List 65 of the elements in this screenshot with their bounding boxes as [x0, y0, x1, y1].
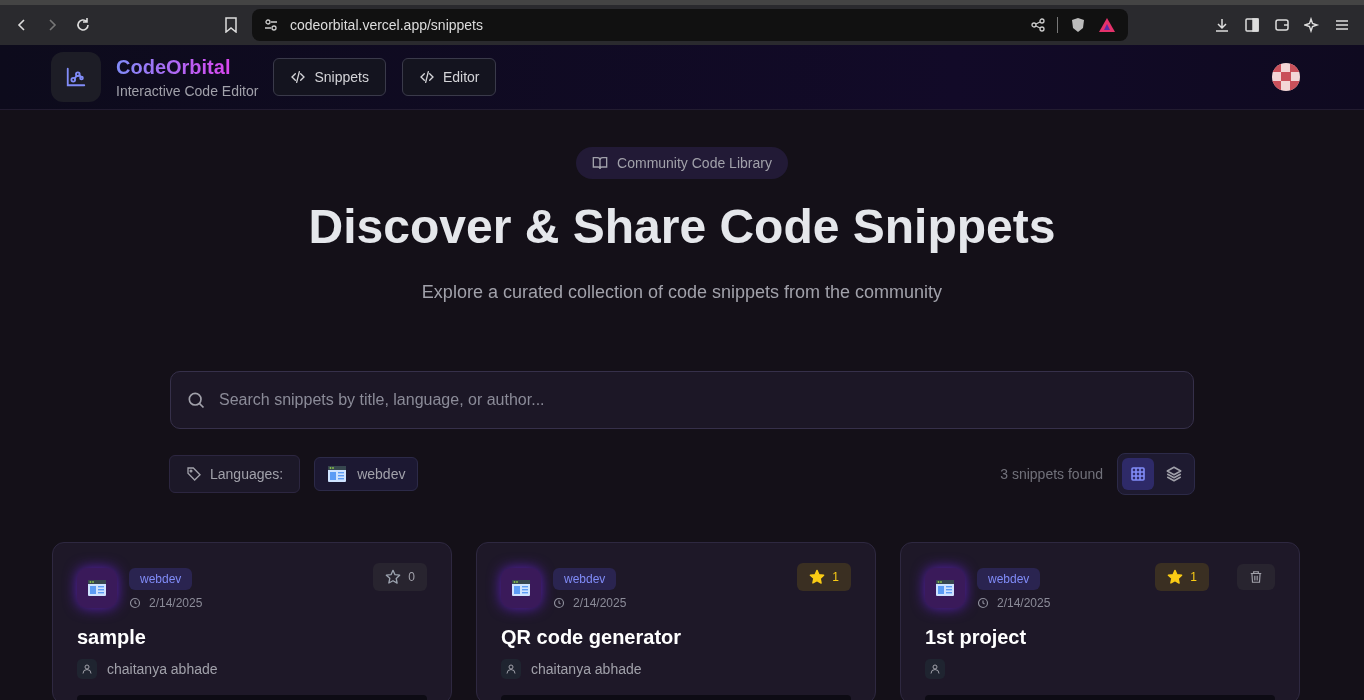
address-bar[interactable]: codeorbital.vercel.app/snippets — [252, 9, 1128, 41]
clock-icon — [129, 597, 141, 609]
language-tag: webdev — [977, 568, 1041, 590]
delete-button[interactable] — [1237, 564, 1275, 590]
clock-icon — [553, 597, 565, 609]
results-count: 3 snippets found — [1000, 466, 1103, 482]
star-button[interactable]: 1 — [1155, 563, 1209, 591]
nav-button[interactable]: Snippets — [273, 58, 386, 96]
snippet-card[interactable]: webdev 2/14/2025 1 1st project — [900, 542, 1300, 700]
snippet-card[interactable]: webdev 2/14/2025 0 sample chaitanya abhade — [52, 542, 452, 700]
snippet-title: sample — [77, 626, 147, 649]
layers-icon — [1165, 465, 1183, 483]
browser-window-icon — [327, 465, 348, 483]
code-icon — [290, 69, 307, 85]
language-tag: webdev — [129, 568, 193, 590]
star-icon — [809, 569, 826, 585]
url-text: codeorbital.vercel.app/snippets — [290, 17, 483, 33]
page-subtitle: Explore a curated collection of code snippets from the community — [421, 282, 943, 303]
user-icon — [929, 663, 941, 675]
author-name: chaitanya abhade — [531, 661, 642, 677]
sidebar-icon[interactable] — [1244, 17, 1260, 33]
logo-tile[interactable] — [51, 52, 101, 102]
language-filter[interactable]: webdev — [314, 457, 419, 491]
download-icon[interactable] — [1214, 17, 1230, 33]
snippet-date: 2/14/2025 — [997, 596, 1051, 610]
user-icon — [505, 663, 517, 675]
languages-label: Languages: — [169, 455, 301, 493]
trash-icon — [1249, 570, 1263, 584]
star-button[interactable]: 1 — [797, 563, 851, 591]
user-icon — [81, 663, 93, 675]
menu-icon[interactable] — [1334, 17, 1350, 33]
author-name: chaitanya abhade — [107, 661, 218, 677]
reload-icon[interactable] — [74, 16, 92, 34]
view-button[interactable] — [1122, 458, 1154, 490]
snippet-title: QR code generator — [501, 626, 683, 649]
grid-icon — [1130, 466, 1146, 482]
star-icon — [385, 569, 402, 585]
tag-icon — [186, 466, 202, 482]
snippet-date: 2/14/2025 — [149, 596, 203, 610]
search-field[interactable]: Search snippets by title, language, or author... — [170, 371, 1194, 429]
site-settings-icon[interactable] — [264, 18, 278, 32]
snippet-title: 1st project — [925, 626, 1028, 649]
language-tag: webdev — [553, 568, 617, 590]
star-icon — [1167, 569, 1184, 585]
share-icon[interactable] — [1031, 18, 1045, 32]
wallet-icon[interactable] — [1274, 17, 1290, 33]
sparkle-icon[interactable] — [1304, 17, 1320, 33]
triangle-icon[interactable] — [1098, 17, 1116, 33]
browser-window-icon — [87, 579, 107, 597]
shield-icon[interactable] — [1070, 17, 1086, 33]
star-button[interactable]: 0 — [373, 563, 427, 591]
library-badge: Community Code Library — [576, 147, 788, 179]
clock-icon — [977, 597, 989, 609]
code-icon — [418, 69, 435, 85]
chart-icon — [65, 66, 87, 88]
brand-tagline: Interactive Code Editor — [116, 82, 259, 99]
avatar-icon[interactable] — [1272, 63, 1300, 91]
snippet-date: 2/14/2025 — [573, 596, 627, 610]
nav-button[interactable]: Editor — [401, 58, 497, 96]
bookmark-icon[interactable] — [224, 17, 238, 33]
page-title: Discover & Share Code Snippets — [308, 199, 1056, 255]
snippet-card[interactable]: webdev 2/14/2025 1 QR code generator chaitanya abhade — [476, 542, 876, 700]
book-icon — [592, 155, 609, 171]
browser-window-icon — [935, 579, 955, 597]
browser-window-icon — [511, 579, 531, 597]
